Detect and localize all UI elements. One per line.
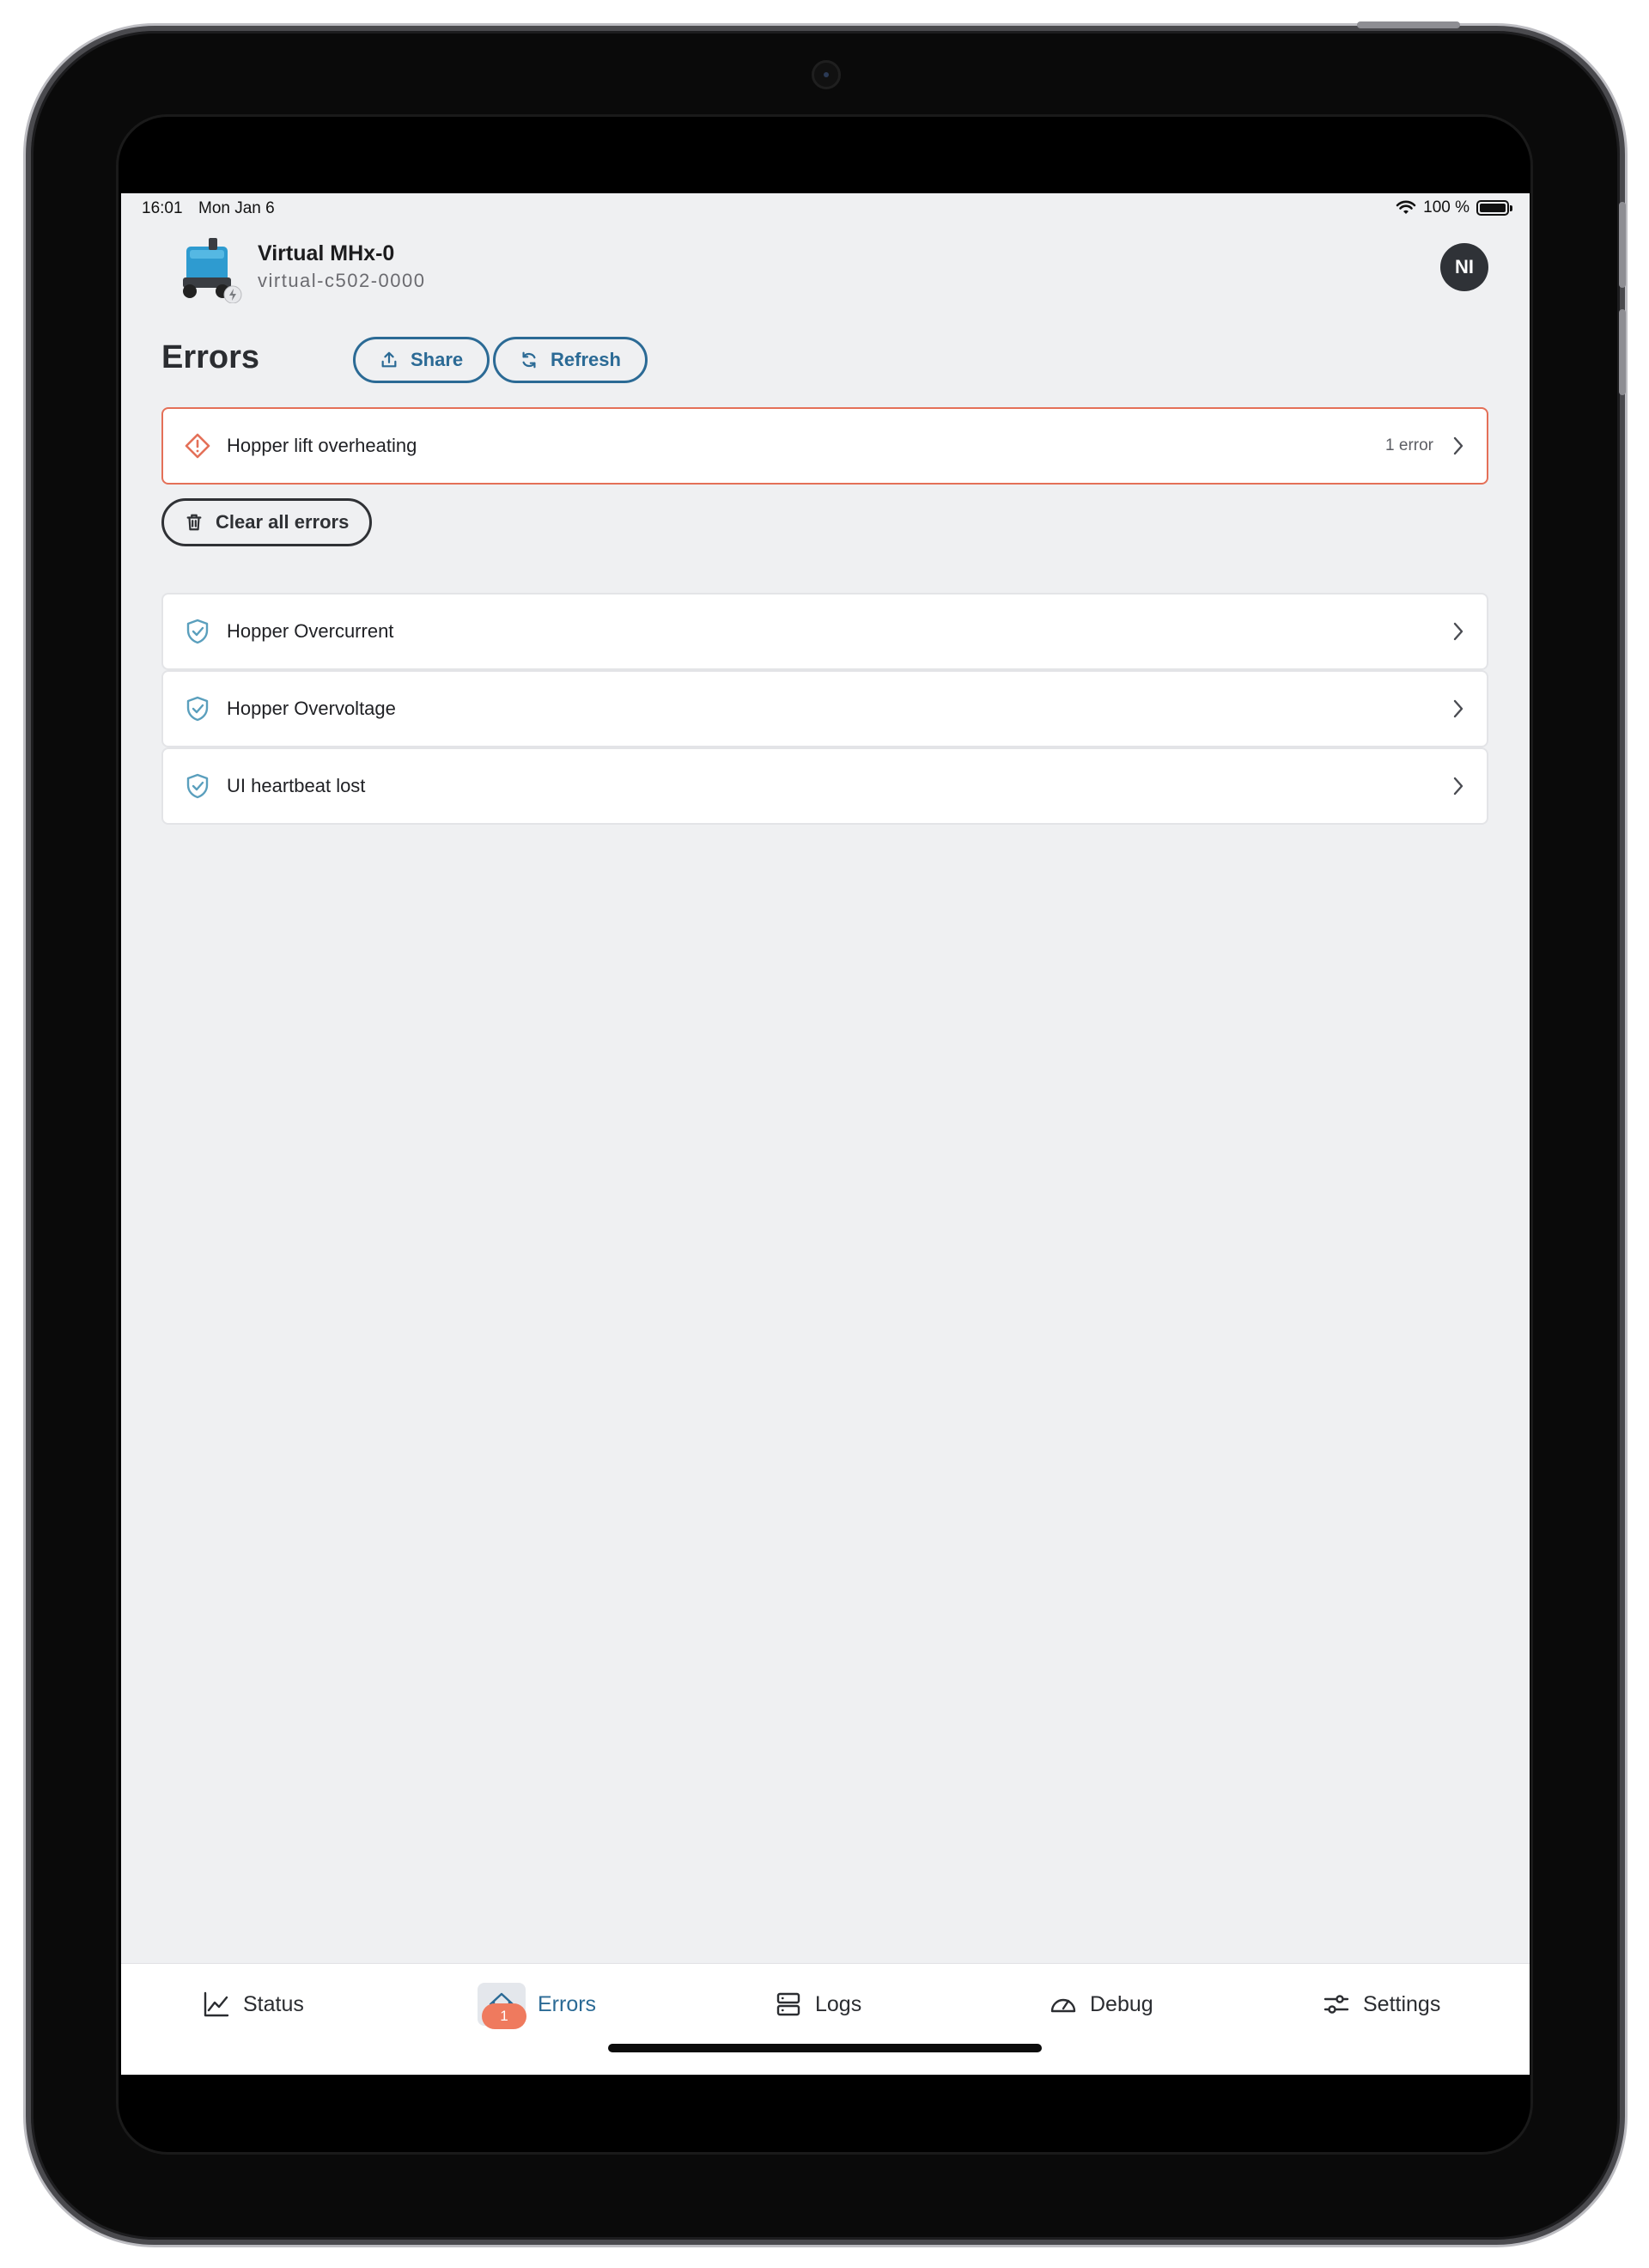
- status-bar: 16:01 Mon Jan 6 100 %: [121, 193, 1530, 226]
- share-label: Share: [411, 349, 464, 370]
- battery-icon: [1476, 200, 1512, 216]
- resolved-error-label: UI heartbeat lost: [227, 775, 366, 796]
- volume-down-button: [1619, 309, 1626, 395]
- tab-status[interactable]: Status: [202, 1983, 304, 2026]
- shield-check-icon: [186, 619, 209, 644]
- tab-logs[interactable]: Logs: [774, 1983, 861, 2026]
- refresh-button[interactable]: Refresh: [493, 337, 648, 383]
- share-icon: [381, 351, 397, 368]
- tab-status-label: Status: [243, 1991, 304, 2016]
- home-indicator[interactable]: [608, 2044, 1042, 2052]
- battery-percent: 100 %: [1423, 198, 1469, 216]
- tab-errors-label: Errors: [538, 1991, 597, 2016]
- tab-errors-icon-wrap: 1: [478, 1983, 526, 2029]
- volume-up-button: [1619, 202, 1626, 288]
- wifi-icon: [1396, 200, 1416, 214]
- bottom-tab-bar: Status 1 Errors Logs Debug Settings: [121, 1963, 1530, 2075]
- errors-badge: 1: [482, 2003, 526, 2029]
- chevron-right-icon: [1453, 622, 1463, 641]
- resolved-error-row[interactable]: Hopper Overcurrent: [161, 593, 1488, 670]
- gauge-icon: [1050, 1998, 1076, 2013]
- status-indicators: 100 %: [1396, 198, 1512, 217]
- error-count: 1 error: [1385, 436, 1433, 454]
- app-screen: 16:01 Mon Jan 6 100 % Virtual MHx-0 virt…: [121, 193, 1530, 2075]
- resolved-error-label: Hopper Overcurrent: [227, 620, 394, 642]
- clear-all-errors-button[interactable]: Clear all errors: [161, 498, 373, 546]
- refresh-label: Refresh: [551, 349, 621, 370]
- active-error-row[interactable]: Hopper lift overheating 1 error: [161, 407, 1488, 485]
- sliders-icon: [1323, 1995, 1349, 2014]
- chart-line-icon: [204, 1991, 229, 2017]
- shield-check-icon: [186, 773, 209, 799]
- top-button: [1357, 21, 1460, 28]
- chevron-right-icon: [1453, 436, 1463, 455]
- tab-errors[interactable]: 1 Errors: [478, 1983, 597, 2029]
- tab-logs-label: Logs: [815, 1991, 862, 2016]
- resolved-error-row[interactable]: Hopper Overvoltage: [161, 670, 1488, 747]
- trash-icon: [186, 514, 202, 531]
- front-camera: [812, 60, 841, 89]
- machine-name: Virtual MHx-0: [258, 241, 395, 265]
- tab-debug[interactable]: Debug: [1049, 1983, 1153, 2026]
- machine-thumbnail: [183, 238, 242, 303]
- page-title: Errors: [161, 339, 260, 375]
- machine-id: virtual-c502-0000: [258, 270, 426, 291]
- clear-all-errors-label: Clear all errors: [216, 511, 350, 533]
- status-date: Mon Jan 6: [198, 199, 275, 217]
- warning-diamond-icon: [185, 433, 210, 459]
- tab-settings-label: Settings: [1363, 1991, 1441, 2016]
- user-avatar[interactable]: NI: [1440, 243, 1488, 291]
- tab-settings[interactable]: Settings: [1322, 1983, 1440, 2026]
- active-error-label: Hopper lift overheating: [227, 435, 417, 456]
- server-icon: [776, 1992, 800, 2016]
- tab-debug-label: Debug: [1090, 1991, 1153, 2016]
- resolved-error-row[interactable]: UI heartbeat lost: [161, 747, 1488, 825]
- chevron-right-icon: [1453, 699, 1463, 718]
- shield-check-icon: [186, 696, 209, 722]
- share-button[interactable]: Share: [353, 337, 490, 383]
- status-time: 16:01: [142, 199, 183, 217]
- resolved-error-label: Hopper Overvoltage: [227, 698, 396, 719]
- refresh-icon: [522, 351, 536, 369]
- chevron-right-icon: [1453, 777, 1463, 796]
